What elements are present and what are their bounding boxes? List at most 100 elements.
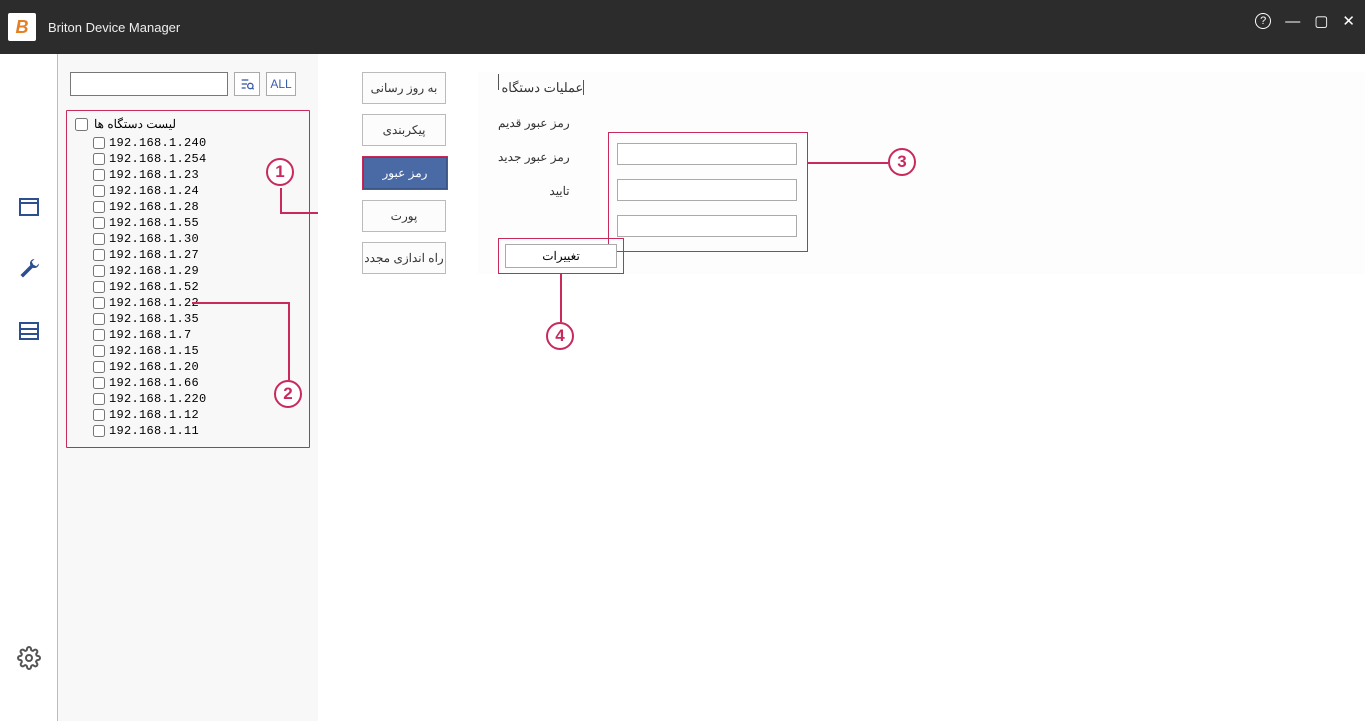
old-password-input[interactable] (617, 143, 797, 165)
changes-button[interactable]: تغییرات (505, 244, 617, 268)
device-checkbox[interactable] (93, 281, 105, 293)
device-tree-item[interactable]: 192.168.1.220 (71, 391, 305, 407)
device-tree-item[interactable]: 192.168.1.29 (71, 263, 305, 279)
device-tree-item[interactable]: 192.168.1.240 (71, 135, 305, 151)
device-ip: 192.168.1.24 (109, 184, 199, 198)
main: ALL لیست دستگاه ها 192.168.1.240192.168.… (0, 54, 1365, 721)
new-password-input[interactable] (617, 179, 797, 201)
menu-port[interactable]: پورت (362, 200, 446, 232)
label-old-password: رمز عبور قدیم (498, 116, 570, 130)
device-tree-item[interactable]: 192.168.1.66 (71, 375, 305, 391)
form-labels: رمز عبور قدیم رمز عبور جدید تایید (498, 116, 570, 198)
menu-restart[interactable]: راه اندازی مجدد (362, 242, 446, 274)
device-ip: 192.168.1.29 (109, 264, 199, 278)
device-ip: 192.168.1.12 (109, 408, 199, 422)
device-ip: 192.168.1.66 (109, 376, 199, 390)
list-icon[interactable] (16, 318, 42, 344)
left-rail (0, 54, 58, 721)
device-checkbox[interactable] (93, 153, 105, 165)
device-ip: 192.168.1.7 (109, 328, 192, 342)
all-button[interactable]: ALL (266, 72, 296, 96)
menu-config[interactable]: پیکربندی (362, 114, 446, 146)
device-ip: 192.168.1.20 (109, 360, 199, 374)
app-title: Briton Device Manager (48, 20, 180, 35)
window-controls: ? — ▢ ✕ (1255, 12, 1355, 30)
device-tree-item[interactable]: 192.168.1.11 (71, 423, 305, 439)
device-checkbox[interactable] (93, 217, 105, 229)
app-logo: B (8, 13, 36, 41)
label-new-password: رمز عبور جدید (498, 150, 570, 164)
device-tree-item[interactable]: 192.168.1.28 (71, 199, 305, 215)
filter-search-icon[interactable] (234, 72, 260, 96)
close-icon[interactable]: ✕ (1342, 12, 1355, 30)
device-ip: 192.168.1.22 (109, 296, 199, 310)
device-ip: 192.168.1.27 (109, 248, 199, 262)
device-checkbox[interactable] (93, 409, 105, 421)
device-tree-item[interactable]: 192.168.1.55 (71, 215, 305, 231)
device-tree-item[interactable]: 192.168.1.27 (71, 247, 305, 263)
content-title: عملیات دستگاه (493, 80, 584, 95)
device-checkbox[interactable] (93, 425, 105, 437)
device-tree-item[interactable]: 192.168.1.52 (71, 279, 305, 295)
device-checkbox[interactable] (93, 265, 105, 277)
confirm-password-input[interactable] (617, 215, 797, 237)
menu-password[interactable]: رمز عبور (363, 157, 447, 189)
callout-1-line-v (280, 188, 282, 212)
device-checkbox[interactable] (93, 345, 105, 357)
callout-3: 3 (888, 148, 916, 176)
callout-2-line-v (288, 302, 290, 380)
device-checkbox[interactable] (93, 249, 105, 261)
device-ip: 192.168.1.35 (109, 312, 199, 326)
device-checkbox[interactable] (93, 393, 105, 405)
operations-area: به روز رسانی پیکربندی رمز عبور پورت راه … (318, 54, 1365, 721)
device-ip: 192.168.1.28 (109, 200, 199, 214)
content-panel: عملیات دستگاه رمز عبور قدیم رمز عبور جدی… (478, 72, 1365, 274)
device-ip: 192.168.1.30 (109, 232, 199, 246)
device-tree-item[interactable]: 192.168.1.20 (71, 359, 305, 375)
callout-3-line (808, 162, 888, 164)
changes-box: تغییرات (498, 238, 624, 274)
device-checkbox[interactable] (93, 313, 105, 325)
device-ip: 192.168.1.11 (109, 424, 199, 438)
search-row: ALL (70, 72, 310, 96)
callout-2-line-h (192, 302, 288, 304)
device-tree-header[interactable]: لیست دستگاه ها (71, 117, 305, 131)
search-input[interactable] (70, 72, 228, 96)
device-ip: 192.168.1.23 (109, 168, 199, 182)
menu-update[interactable]: به روز رسانی (362, 72, 446, 104)
device-checkbox[interactable] (93, 169, 105, 181)
ops-menu: به روز رسانی پیکربندی رمز عبور پورت راه … (362, 72, 448, 274)
select-all-checkbox[interactable] (75, 118, 88, 131)
devices-panel: ALL لیست دستگاه ها 192.168.1.240192.168.… (58, 54, 318, 721)
device-tree-item[interactable]: 192.168.1.30 (71, 231, 305, 247)
label-confirm: تایید (498, 184, 570, 198)
callout-2: 2 (274, 380, 302, 408)
device-tree-item[interactable]: 192.168.1.35 (71, 311, 305, 327)
device-checkbox[interactable] (93, 233, 105, 245)
device-ip: 192.168.1.55 (109, 216, 199, 230)
device-ip: 192.168.1.220 (109, 392, 207, 406)
device-tree-header-label: لیست دستگاه ها (94, 117, 176, 131)
minimize-icon[interactable]: — (1285, 13, 1300, 30)
device-ip: 192.168.1.254 (109, 152, 207, 166)
device-tree-item[interactable]: 192.168.1.7 (71, 327, 305, 343)
device-checkbox[interactable] (93, 185, 105, 197)
device-tree-item[interactable]: 192.168.1.15 (71, 343, 305, 359)
device-checkbox[interactable] (93, 329, 105, 341)
device-checkbox[interactable] (93, 201, 105, 213)
gear-icon[interactable] (16, 645, 42, 671)
device-tree-item[interactable]: 192.168.1.12 (71, 407, 305, 423)
device-checkbox[interactable] (93, 297, 105, 309)
device-checkbox[interactable] (93, 137, 105, 149)
maximize-icon[interactable]: ▢ (1314, 12, 1328, 30)
callout-4: 4 (546, 322, 574, 350)
titlebar: B Briton Device Manager ? — ▢ ✕ (0, 0, 1365, 54)
callout-1: 1 (266, 158, 294, 186)
device-checkbox[interactable] (93, 377, 105, 389)
help-icon[interactable]: ? (1255, 13, 1271, 29)
window-icon[interactable] (16, 194, 42, 220)
device-ip: 192.168.1.52 (109, 280, 199, 294)
device-tree-item[interactable]: 192.168.1.24 (71, 183, 305, 199)
device-checkbox[interactable] (93, 361, 105, 373)
wrench-icon[interactable] (16, 256, 42, 282)
